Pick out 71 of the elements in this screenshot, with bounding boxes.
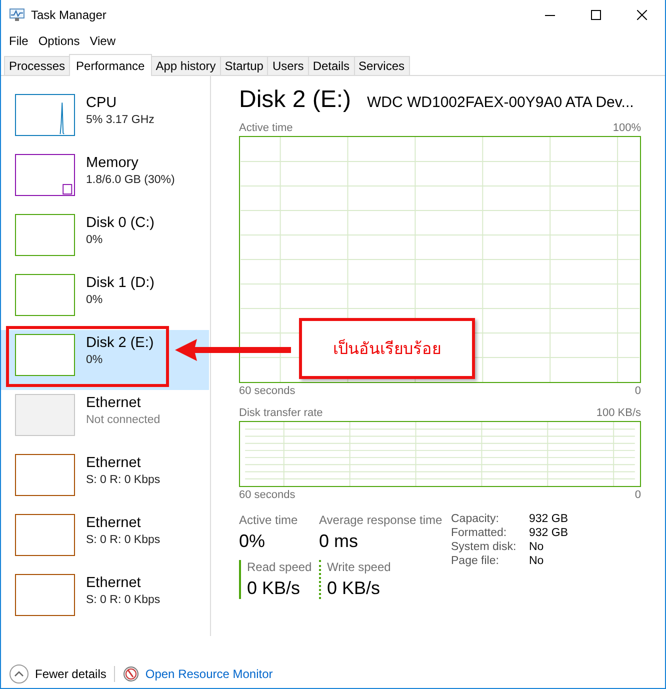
property-label: Page file: (451, 555, 500, 567)
item-detail: S: 0 R: 0 Kbps (86, 473, 160, 488)
stat-value: 0 KB/s (247, 578, 302, 599)
item-detail: 0% (86, 233, 104, 248)
sidebar-item[interactable]: Disk 0 (C:) 0% (1, 210, 209, 270)
item-detail: Not connected (86, 413, 160, 428)
time-span-label: 60 seconds (239, 384, 296, 399)
sidebar-item[interactable]: Ethernet S: 0 R: 0 Kbps (1, 510, 209, 570)
sidebar-item[interactable]: Memory 1.8/6.0 GB (30%) (1, 150, 209, 210)
stat-label: Read speed (247, 560, 313, 574)
tab[interactable]: Processes (4, 56, 70, 75)
app-icon (9, 8, 25, 22)
sidebar-item[interactable]: CPU 5% 3.17 GHz (1, 90, 209, 150)
chevron-up-icon (9, 664, 29, 684)
item-detail: S: 0 R: 0 Kbps (86, 533, 160, 548)
property-value: No (529, 555, 545, 567)
resource-monitor-link[interactable]: Open Resource Monitor (145, 667, 273, 681)
axis-max-label: 100% (612, 121, 641, 136)
stat-label: Write speed (327, 560, 392, 574)
property-label: Capacity: (451, 513, 500, 525)
property-value: 932 GB (529, 527, 568, 539)
panel-title: Disk 2 (E:) (239, 86, 352, 114)
item-detail: 1.8/6.0 GB (30%) (86, 173, 175, 188)
sidebar-item[interactable]: Ethernet S: 0 R: 0 Kbps (1, 450, 209, 510)
tab[interactable]: Users (267, 56, 309, 75)
stat-label: Active time (239, 513, 299, 527)
item-name: Memory (86, 154, 140, 172)
item-detail: 0% (86, 353, 104, 368)
tab[interactable]: Performance (69, 54, 152, 76)
time-span-label: 60 seconds (239, 488, 296, 503)
property-value: 932 GB (529, 513, 568, 525)
item-name: Ethernet (86, 574, 142, 592)
item-detail: 5% 3.17 GHz (86, 113, 154, 128)
axis-min-label: 0 (634, 488, 641, 503)
tab[interactable]: Services (354, 56, 410, 75)
sidebar-item[interactable]: Ethernet S: 0 R: 0 Kbps (1, 570, 209, 630)
tab[interactable]: Details (308, 56, 354, 75)
axis-max-label: 100 KB/s (596, 406, 641, 421)
item-name: Ethernet (86, 514, 142, 532)
item-detail: S: 0 R: 0 Kbps (86, 593, 160, 608)
graph-label: Disk transfer rate (239, 406, 323, 421)
stat-label: Average response time (319, 513, 444, 527)
menu-item[interactable]: File (4, 34, 34, 48)
item-detail: 0% (86, 293, 104, 308)
callout-note: เป็นอันเรียบร้อย (299, 318, 475, 379)
menu-item[interactable]: View (84, 34, 120, 48)
axis-min-label: 0 (634, 384, 641, 399)
graph-label: Active time (239, 121, 293, 136)
property-value: No (529, 541, 545, 553)
stat-value: 0% (239, 531, 266, 552)
sidebar-item[interactable]: Disk 1 (D:) 0% (1, 270, 209, 330)
tab[interactable]: Startup (220, 56, 268, 75)
property-label: System disk: (451, 541, 518, 553)
sidebar-item[interactable]: Disk 2 (E:) 0% (1, 330, 209, 390)
close-icon (637, 10, 647, 20)
menu-item[interactable]: Options (33, 34, 85, 48)
window-title: Task Manager (31, 8, 106, 22)
item-name: Ethernet (86, 454, 142, 472)
fewer-details-button[interactable]: Fewer details (9, 664, 106, 684)
stat-value: 0 ms (319, 531, 360, 552)
device-name: WDC WD1002FAEX-00Y9A0 ATA Dev... (367, 94, 634, 111)
item-name: Disk 0 (C:) (86, 214, 154, 232)
property-label: Formatted: (451, 527, 508, 539)
item-name: Ethernet (86, 394, 142, 412)
tab[interactable]: App history (150, 56, 221, 75)
item-name: Disk 2 (E:) (86, 334, 154, 352)
stat-value: 0 KB/s (327, 578, 382, 599)
item-name: Disk 1 (D:) (86, 274, 154, 292)
item-name: CPU (86, 94, 118, 112)
gauge-icon (123, 666, 140, 682)
maximize-icon (591, 10, 601, 20)
